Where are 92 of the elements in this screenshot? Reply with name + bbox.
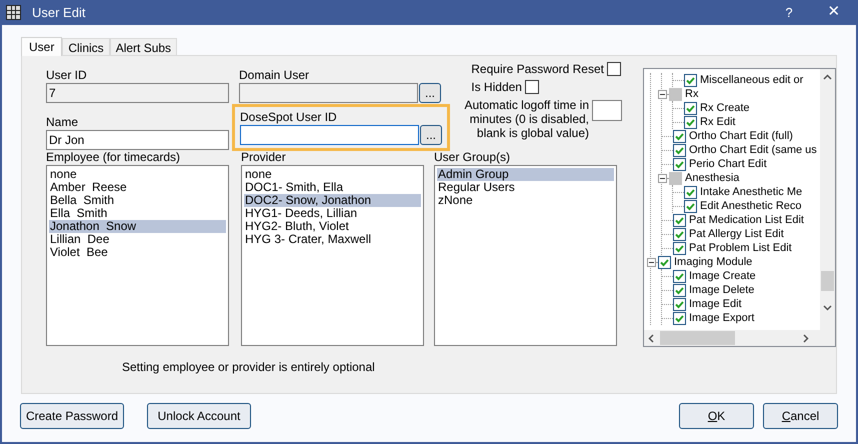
scroll-thumb[interactable]	[660, 331, 735, 345]
tree-item[interactable]: Intake Anesthetic Me	[700, 184, 802, 200]
field-label: Employee (for timecards)	[46, 149, 182, 165]
checkbox[interactable]	[673, 312, 686, 324]
scroll-thumb[interactable]	[821, 271, 834, 291]
checkbox[interactable]	[684, 116, 697, 128]
tree-item[interactable]: Rx	[685, 86, 698, 102]
field-label: Provider	[241, 149, 287, 165]
checkbox-label: Is Hidden	[471, 79, 522, 96]
tree-item[interactable]: Rx Create	[700, 100, 750, 116]
collapse-icon[interactable]	[658, 174, 667, 182]
checkbox[interactable]	[673, 298, 686, 310]
browse-button[interactable]: ...	[419, 83, 441, 103]
tab[interactable]: Clinics	[62, 38, 110, 55]
field-label: User Group(s)	[434, 149, 512, 165]
checkbox[interactable]	[524, 80, 539, 94]
checkbox[interactable]	[684, 102, 697, 114]
tree-item[interactable]: Pat Problem List Edit	[689, 240, 792, 256]
list-item[interactable]: Amber Reese	[49, 181, 226, 194]
tree-item[interactable]: Pat Allergy List Edit	[689, 226, 784, 242]
checkbox[interactable]	[669, 172, 682, 184]
collapse-icon[interactable]	[647, 258, 656, 266]
dialog-button[interactable]: Cancel	[763, 403, 838, 429]
field-label: Name	[46, 114, 80, 130]
tree-item[interactable]: Pat Medication List Edit	[689, 212, 804, 228]
checkbox[interactable]	[673, 228, 686, 240]
list-item[interactable]: none	[49, 168, 226, 181]
checkbox-label: Require Password Reset	[471, 61, 604, 78]
window-title: User Edit	[32, 4, 86, 22]
browse-button[interactable]: ...	[420, 125, 442, 145]
vertical-scrollbar[interactable]	[820, 69, 835, 330]
dialog-button[interactable]: OK	[679, 403, 754, 429]
list-item[interactable]: Admin Group	[437, 168, 614, 181]
list-item[interactable]: Ella Smith	[49, 207, 226, 220]
list-item[interactable]: Regular Users	[437, 181, 614, 194]
list-item[interactable]: Violet Bee	[49, 246, 226, 259]
dialog-button[interactable]: Create Password	[20, 403, 124, 429]
checkbox[interactable]	[658, 256, 671, 268]
checkbox[interactable]	[673, 144, 686, 156]
list-item[interactable]: DOC1- Smith, Ella	[244, 181, 421, 194]
close-button[interactable]: ✕	[816, 1, 852, 24]
checkbox[interactable]	[684, 200, 697, 212]
scroll-left-icon	[648, 334, 654, 342]
list-item[interactable]: HYG1- Deeds, Lillian	[244, 207, 421, 220]
tab[interactable]: Alert Subs	[110, 38, 178, 55]
checkbox[interactable]	[673, 284, 686, 296]
tree-item[interactable]: Image Edit	[689, 296, 742, 312]
checkbox[interactable]	[673, 214, 686, 226]
field-label: Domain User	[239, 67, 310, 83]
app-icon	[6, 5, 21, 20]
tree-item[interactable]: Image Export	[689, 310, 754, 326]
checkbox[interactable]	[684, 74, 697, 86]
help-button[interactable]: ?	[774, 2, 804, 22]
list-item[interactable]: HYG2- Bluth, Violet	[244, 220, 421, 233]
list-item[interactable]: Jonathon Snow	[49, 220, 226, 233]
tree-item[interactable]: Miscellaneous edit or	[700, 72, 804, 88]
list-item[interactable]: none	[244, 168, 421, 181]
input-field[interactable]	[592, 100, 622, 121]
list-item[interactable]: zNone	[437, 194, 614, 207]
tree-item[interactable]: Imaging Module	[674, 254, 752, 270]
list-item[interactable]: HYG 3- Crater, Maxwell	[244, 233, 421, 246]
checkbox[interactable]	[684, 186, 697, 198]
tree-item[interactable]: Ortho Chart Edit (same us	[689, 142, 817, 158]
list-item[interactable]: DOC2- Snow, Jonathon	[244, 194, 421, 207]
input-field[interactable]: Dr Jon	[46, 130, 229, 150]
tab[interactable]: User	[21, 37, 62, 56]
checkbox[interactable]	[673, 242, 686, 254]
checkbox[interactable]	[673, 158, 686, 170]
checkbox[interactable]	[669, 88, 682, 100]
field-label: DoseSpot User ID	[240, 109, 338, 125]
note-text: Setting employee or provider is entirely optional	[122, 359, 376, 376]
collapse-icon[interactable]	[658, 90, 667, 98]
checkbox[interactable]	[607, 62, 621, 76]
list-item[interactable]: Lillian Dee	[49, 233, 226, 246]
tree-item[interactable]: Image Create	[689, 268, 756, 284]
input-field[interactable]	[240, 125, 419, 145]
tree-item[interactable]: Anesthesia	[685, 170, 740, 186]
tree-item[interactable]: Ortho Chart Edit (full)	[689, 128, 793, 144]
tree-item[interactable]: Perio Chart Edit	[689, 156, 767, 172]
checkbox[interactable]	[673, 130, 686, 142]
checkbox[interactable]	[673, 270, 686, 282]
tree-item[interactable]: Rx Edit	[700, 114, 736, 130]
tree-item[interactable]: Edit Anesthetic Reco	[700, 198, 802, 214]
list-item[interactable]: Bella Smith	[49, 194, 226, 207]
scroll-right-icon	[803, 334, 809, 342]
scroll-up-icon	[823, 74, 832, 80]
tree-item[interactable]: Image Delete	[689, 282, 754, 298]
horizontal-scrollbar[interactable]	[644, 330, 835, 346]
logoff-label: Automatic logoff time in minutes (0 is disabled, blank is global value)	[463, 98, 589, 140]
field-label: User ID	[46, 67, 88, 83]
dialog-button[interactable]: Unlock Account	[147, 403, 251, 429]
scroll-down-icon	[823, 305, 832, 311]
